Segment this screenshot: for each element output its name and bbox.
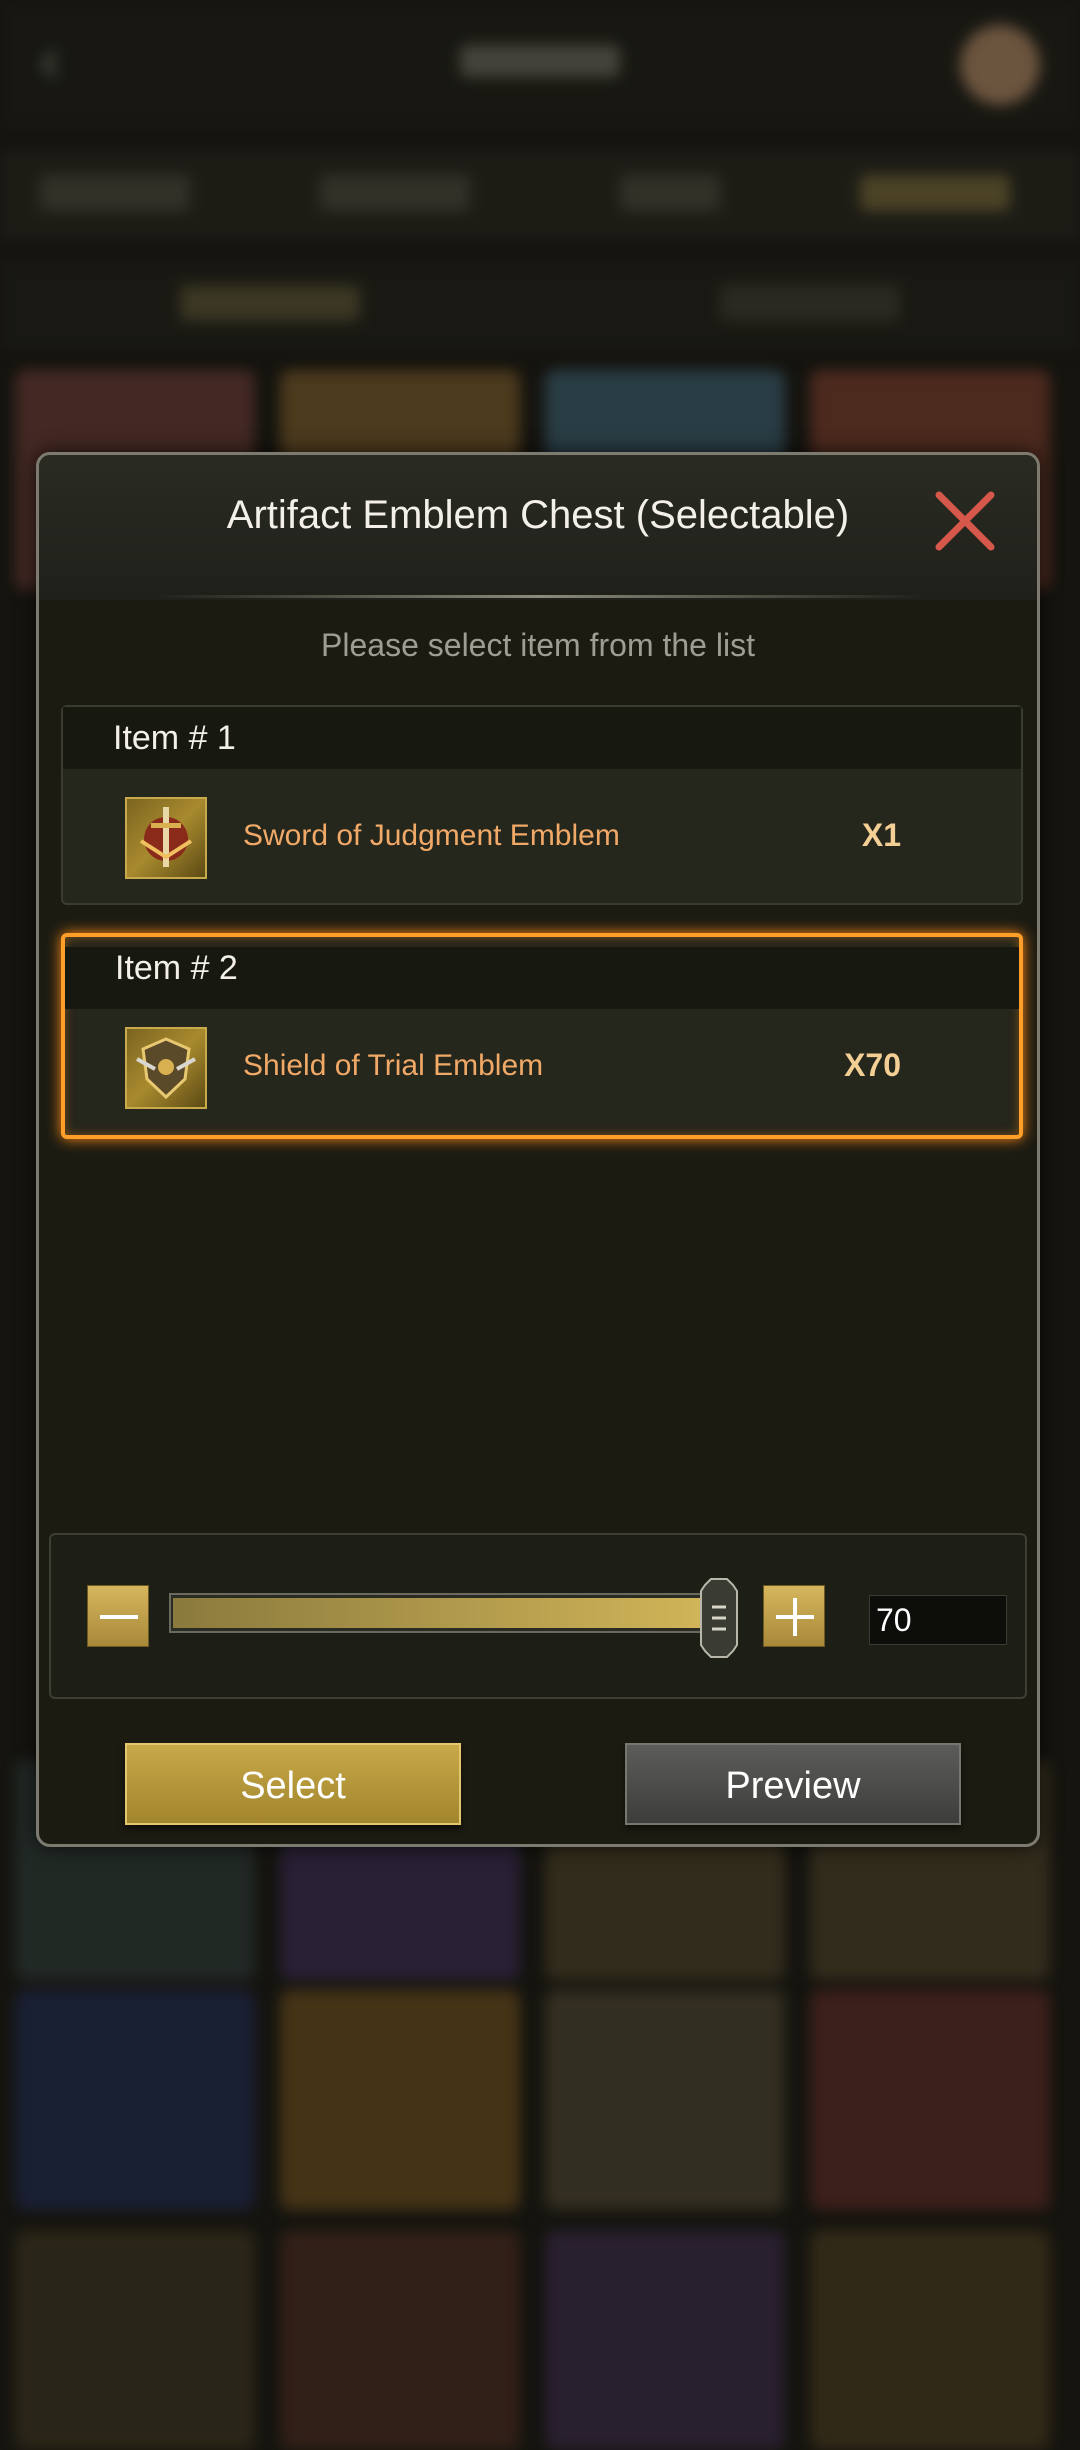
quantity-panel (49, 1533, 1027, 1699)
bg-tile (15, 2230, 255, 2450)
bg-tile (15, 1990, 255, 2210)
back-arrow-icon: ‹ (40, 26, 60, 93)
bg-tab (860, 175, 1010, 211)
quantity-input[interactable] (869, 1595, 1007, 1645)
bg-tab (320, 175, 470, 211)
close-button[interactable] (929, 485, 1001, 557)
item-name: Sword of Judgment Emblem (243, 819, 620, 852)
bg-tile (280, 1990, 520, 2210)
shield-emblem-icon (125, 1027, 207, 1109)
slider-fill (173, 1598, 725, 1628)
bg-tile (810, 2230, 1050, 2450)
minus-icon (100, 1615, 138, 1619)
item-row-2[interactable]: Item # 2 Shield of Trial Emblem X70 (61, 933, 1023, 1139)
plus-icon-vertical (793, 1598, 797, 1636)
instruction-text: Please select item from the list (321, 627, 755, 663)
item-index-label: Item # 1 (113, 719, 236, 757)
bg-subtab (720, 285, 900, 321)
item-header: Item # 2 (65, 947, 1019, 1009)
bg-tab (40, 175, 190, 211)
bg-tile (545, 2230, 785, 2450)
item-quantity: X70 (844, 1047, 901, 1083)
bg-tile (280, 2230, 520, 2450)
dialog-header: Artifact Emblem Chest (Selectable) (39, 455, 1037, 600)
bg-tile (545, 1990, 785, 2210)
quantity-slider[interactable] (169, 1593, 729, 1633)
preview-button[interactable]: Preview (625, 1743, 961, 1825)
select-button[interactable]: Select (125, 1743, 461, 1825)
slider-handle[interactable] (697, 1577, 741, 1659)
bg-tile (810, 1990, 1050, 2210)
dialog-title: Artifact Emblem Chest (Selectable) (226, 493, 850, 537)
decrease-button[interactable] (87, 1585, 149, 1647)
bg-tab (620, 175, 720, 211)
close-x-icon (935, 491, 995, 551)
item-row-1[interactable]: Item # 1 Sword of Judgment Emblem X1 (61, 705, 1023, 905)
increase-button[interactable] (763, 1585, 825, 1647)
sword-emblem-icon (125, 797, 207, 879)
avatar (960, 25, 1040, 105)
bg-title (460, 45, 620, 77)
item-name: Shield of Trial Emblem (243, 1049, 544, 1082)
chest-dialog: Artifact Emblem Chest (Selectable) Pleas… (36, 452, 1040, 1847)
item-quantity: X1 (861, 817, 901, 853)
item-header: Item # 1 (63, 707, 1021, 769)
item-index-label: Item # 2 (115, 949, 238, 987)
bg-subtabs (0, 260, 1080, 350)
bg-subtab (180, 285, 360, 321)
title-divider (154, 595, 924, 598)
